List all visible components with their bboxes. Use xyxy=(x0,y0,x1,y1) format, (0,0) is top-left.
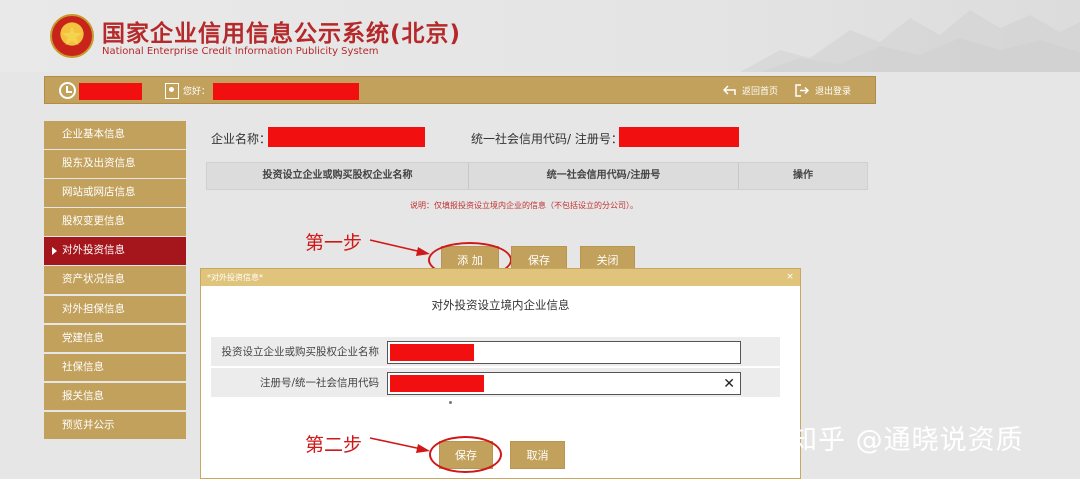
logout-icon xyxy=(795,84,809,97)
dialog-cancel-button[interactable]: 取消 xyxy=(510,441,565,469)
investment-dialog: *对外投资信息* × 对外投资设立境内企业信息 投资设立企业或购买股权企业名称 … xyxy=(200,268,801,479)
logout-link-label: 退出登录 xyxy=(815,87,852,97)
sidebar-item-party[interactable]: 党建信息 xyxy=(44,324,186,353)
arrow-icon xyxy=(369,239,430,256)
sidebar-item-label: 网站或网店信息 xyxy=(62,186,136,199)
sidebar-item-shareholders[interactable]: 股东及出资信息 xyxy=(44,150,186,178)
dialog-titlebar: *对外投资信息* × xyxy=(201,269,800,286)
company-name-label: 企业名称： xyxy=(211,132,272,146)
sidebar-item-label: 社保信息 xyxy=(62,360,104,373)
highlight-ellipse-save xyxy=(429,436,502,473)
company-name-input[interactable] xyxy=(387,341,741,364)
arrow-icon xyxy=(369,437,430,453)
site-header: 国家企业信用信息公示系统(北京) National Enterprise Cre… xyxy=(0,0,1080,72)
national-emblem-icon xyxy=(50,14,94,58)
redacted-input-value xyxy=(390,375,484,392)
dialog-title: *对外投资信息* xyxy=(207,273,263,282)
clear-icon[interactable]: ✕ xyxy=(723,375,735,393)
sidebar-item-label: 企业基本信息 xyxy=(62,128,125,140)
investment-table-header: 投资设立企业或购买股权企业名称 统一社会信用代码/注册号 操作 xyxy=(206,162,868,190)
site-title: 国家企业信用信息公示系统(北京) xyxy=(102,21,462,47)
home-icon xyxy=(723,85,736,95)
sidebar-nav: 企业基本信息 股东及出资信息 网站或网店信息 股权变更信息 对外投资信息 资产状… xyxy=(44,121,186,441)
sidebar-item-basic-info[interactable]: 企业基本信息 xyxy=(44,121,186,149)
user-icon xyxy=(165,83,179,99)
col-credit-code: 统一社会信用代码/注册号 xyxy=(469,163,739,189)
sidebar-item-customs[interactable]: 报关信息 xyxy=(44,382,186,411)
greeting-label: 您好： xyxy=(183,87,211,97)
redacted-time xyxy=(79,83,142,100)
step-two-annotation: 第二步 xyxy=(305,434,363,456)
home-link[interactable]: 返回首页 xyxy=(723,84,778,97)
redacted-input-value xyxy=(390,344,474,361)
sidebar-item-label: 预览并公示 xyxy=(62,418,115,431)
credit-code-input[interactable]: ✕ xyxy=(387,372,741,395)
form-row-company-name: 投资设立企业或购买股权企业名称 xyxy=(211,337,780,367)
sidebar-item-label: 对外担保信息 xyxy=(62,302,125,315)
sidebar-item-label: 股权变更信息 xyxy=(62,215,125,228)
sidebar-item-label: 对外投资信息 xyxy=(62,244,125,257)
home-link-label: 返回首页 xyxy=(742,87,779,97)
sidebar-item-equity-change[interactable]: 股权变更信息 xyxy=(44,208,186,236)
sidebar-item-social-security[interactable]: 社保信息 xyxy=(44,353,186,382)
site-subtitle: National Enterprise Credit Information P… xyxy=(102,46,379,57)
filing-note: 说明：仅填报投资设立境内企业的信息（不包括设立的分公司）。 xyxy=(410,201,638,210)
company-name-field-label: 投资设立企业或购买股权企业名称 xyxy=(221,346,380,358)
sidebar-item-label: 党建信息 xyxy=(62,331,104,344)
dot-mark xyxy=(449,401,452,404)
sidebar-item-preview-publish[interactable]: 预览并公示 xyxy=(44,411,186,440)
col-company-name: 投资设立企业或购买股权企业名称 xyxy=(207,163,469,189)
mountain-decoration-icon xyxy=(740,10,1080,72)
credit-code-label: 统一社会信用代码/ 注册号： xyxy=(471,132,623,146)
sidebar-item-label: 资产状况信息 xyxy=(62,273,125,286)
form-row-credit-code: 注册号/统一社会信用代码 ✕ xyxy=(211,368,780,398)
sidebar-item-website[interactable]: 网站或网店信息 xyxy=(44,179,186,207)
sidebar-item-investment[interactable]: 对外投资信息 xyxy=(44,237,186,265)
sidebar-item-assets[interactable]: 资产状况信息 xyxy=(44,266,186,294)
top-bar: 您好： 返回首页 退出登录 xyxy=(44,76,876,104)
redacted-username xyxy=(213,83,359,100)
sidebar-item-label: 报关信息 xyxy=(62,389,104,402)
col-actions: 操作 xyxy=(793,170,813,181)
close-icon[interactable]: × xyxy=(784,271,796,283)
redacted-credit-code xyxy=(619,127,739,147)
sidebar-item-guarantee[interactable]: 对外担保信息 xyxy=(44,295,186,324)
sidebar-item-label: 股东及出资信息 xyxy=(62,157,136,170)
logout-link[interactable]: 退出登录 xyxy=(795,84,851,97)
zhihu-watermark: 知乎 @通晓说资质 xyxy=(790,425,1024,456)
step-one-annotation: 第一步 xyxy=(305,232,363,254)
clock-icon xyxy=(59,82,76,99)
credit-code-field-label: 注册号/统一社会信用代码 xyxy=(259,377,379,389)
dialog-heading: 对外投资设立境内企业信息 xyxy=(431,298,570,312)
redacted-company-name xyxy=(268,127,425,147)
